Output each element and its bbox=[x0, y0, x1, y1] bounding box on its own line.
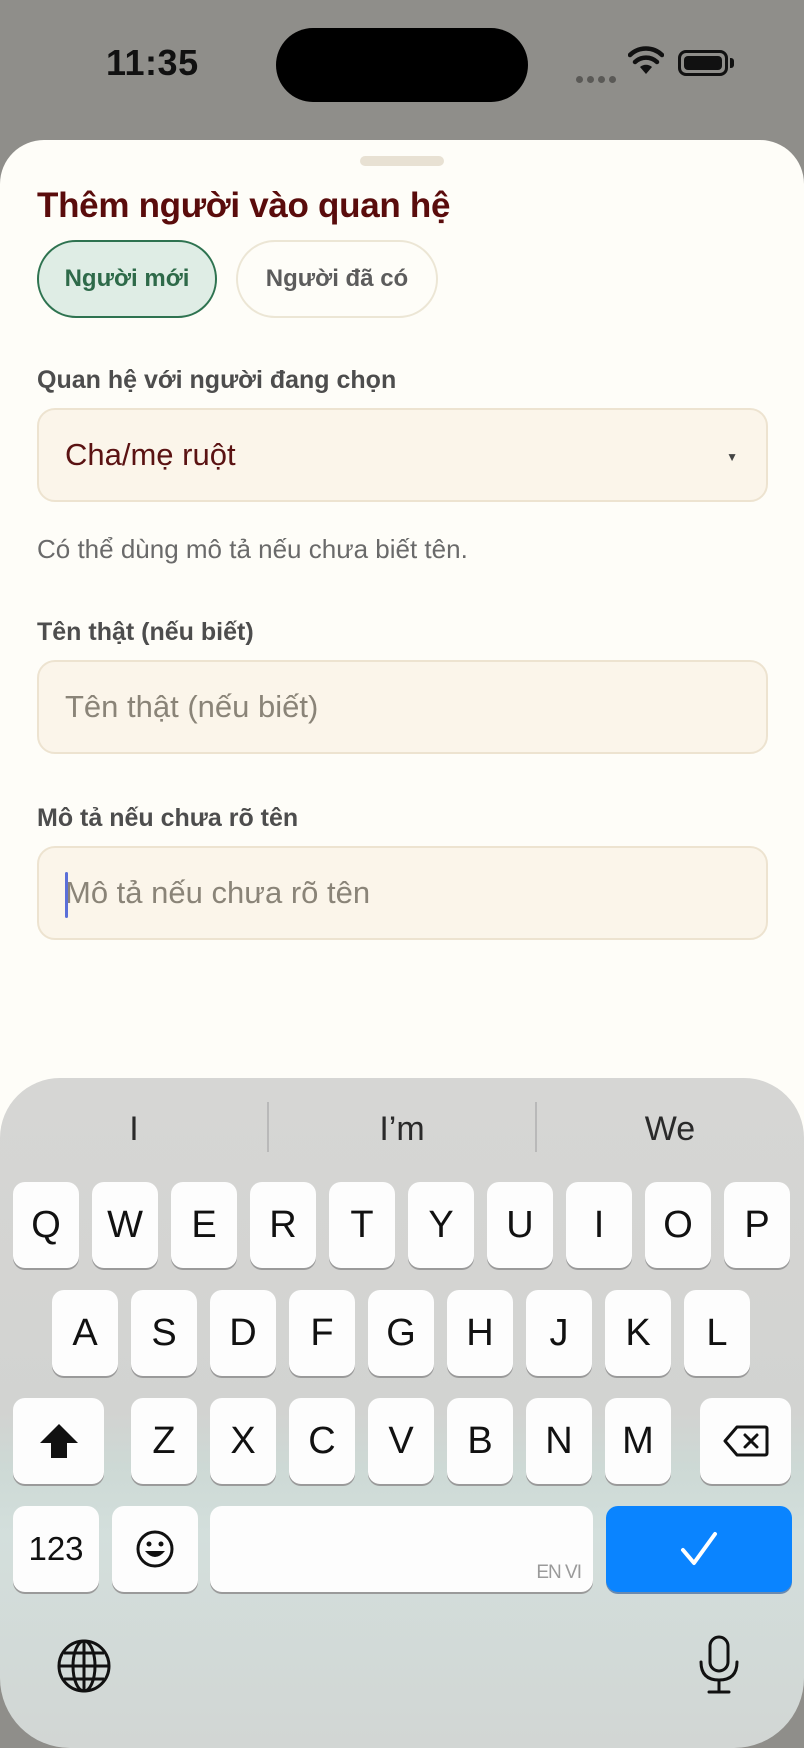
segment-existing-person[interactable]: Người đã có bbox=[236, 240, 438, 318]
key-u[interactable]: U bbox=[487, 1182, 553, 1268]
done-key[interactable] bbox=[606, 1506, 792, 1592]
key-a[interactable]: A bbox=[52, 1290, 118, 1376]
relation-hint: Có thể dùng mô tả nếu chưa biết tên. bbox=[37, 534, 468, 564]
key-w[interactable]: W bbox=[92, 1182, 158, 1268]
real-name-input[interactable]: Tên thật (nếu biết) bbox=[37, 660, 768, 754]
key-j[interactable]: J bbox=[526, 1290, 592, 1376]
dropdown-arrow-icon: ▼ bbox=[726, 450, 738, 464]
key-d[interactable]: D bbox=[210, 1290, 276, 1376]
key-k[interactable]: K bbox=[605, 1290, 671, 1376]
key-n[interactable]: N bbox=[526, 1398, 592, 1484]
key-e[interactable]: E bbox=[171, 1182, 237, 1268]
key-p[interactable]: P bbox=[724, 1182, 790, 1268]
description-placeholder: Mô tả nếu chưa rõ tên bbox=[65, 875, 371, 910]
backspace-key[interactable] bbox=[700, 1398, 791, 1484]
suggestion-1[interactable]: I bbox=[0, 1110, 268, 1149]
relation-select[interactable]: Cha/mẹ ruột ▼ bbox=[37, 408, 768, 502]
key-x[interactable]: X bbox=[210, 1398, 276, 1484]
backspace-icon bbox=[723, 1425, 768, 1457]
battery-icon bbox=[678, 50, 728, 76]
relation-select-value: Cha/mẹ ruột bbox=[65, 437, 236, 472]
key-v[interactable]: V bbox=[368, 1398, 434, 1484]
key-q[interactable]: Q bbox=[13, 1182, 79, 1268]
emoji-icon bbox=[136, 1530, 174, 1568]
space-language-tag: EN VI bbox=[536, 1562, 582, 1583]
key-b[interactable]: B bbox=[447, 1398, 513, 1484]
real-name-placeholder: Tên thật (nếu biết) bbox=[65, 689, 319, 724]
key-r[interactable]: R bbox=[250, 1182, 316, 1268]
sheet-title: Thêm người vào quan hệ bbox=[37, 186, 451, 225]
space-key[interactable]: EN VI bbox=[210, 1506, 593, 1592]
real-name-label: Tên thật (nếu biết) bbox=[37, 618, 254, 646]
key-o[interactable]: O bbox=[645, 1182, 711, 1268]
key-f[interactable]: F bbox=[289, 1290, 355, 1376]
relation-label: Quan hệ với người đang chọn bbox=[37, 366, 397, 394]
key-z[interactable]: Z bbox=[131, 1398, 197, 1484]
status-bar: 11:35 bbox=[0, 0, 804, 140]
suggestion-3[interactable]: We bbox=[536, 1110, 804, 1149]
globe-icon[interactable] bbox=[56, 1638, 112, 1694]
checkmark-icon bbox=[681, 1532, 717, 1565]
key-i[interactable]: I bbox=[566, 1182, 632, 1268]
sheet-grabber[interactable] bbox=[360, 156, 444, 166]
add-person-sheet: Thêm người vào quan hệ Người mới Người đ… bbox=[0, 140, 804, 1140]
key-h[interactable]: H bbox=[447, 1290, 513, 1376]
dynamic-island bbox=[276, 28, 528, 102]
description-input[interactable]: Mô tả nếu chưa rõ tên bbox=[37, 846, 768, 940]
shift-key[interactable] bbox=[13, 1398, 104, 1484]
numbers-key[interactable]: 123 bbox=[13, 1506, 99, 1592]
wifi-icon bbox=[628, 46, 664, 74]
key-s[interactable]: S bbox=[131, 1290, 197, 1376]
cellular-signal-icon bbox=[576, 70, 620, 88]
battery-tip bbox=[730, 58, 734, 68]
suggestion-2[interactable]: I’m bbox=[268, 1110, 536, 1149]
description-label: Mô tả nếu chưa rõ tên bbox=[37, 804, 299, 832]
text-cursor bbox=[65, 872, 68, 918]
key-t[interactable]: T bbox=[329, 1182, 395, 1268]
key-c[interactable]: C bbox=[289, 1398, 355, 1484]
microphone-icon[interactable] bbox=[696, 1634, 742, 1696]
segment-new-person[interactable]: Người mới bbox=[37, 240, 217, 318]
key-g[interactable]: G bbox=[368, 1290, 434, 1376]
shift-icon bbox=[39, 1424, 78, 1458]
keyboard: I I’m We Q W E R T Y U I O P A S D F G H… bbox=[0, 1078, 804, 1748]
key-l[interactable]: L bbox=[684, 1290, 750, 1376]
key-y[interactable]: Y bbox=[408, 1182, 474, 1268]
status-time: 11:35 bbox=[106, 42, 199, 83]
key-m[interactable]: M bbox=[605, 1398, 671, 1484]
emoji-key[interactable] bbox=[112, 1506, 198, 1592]
